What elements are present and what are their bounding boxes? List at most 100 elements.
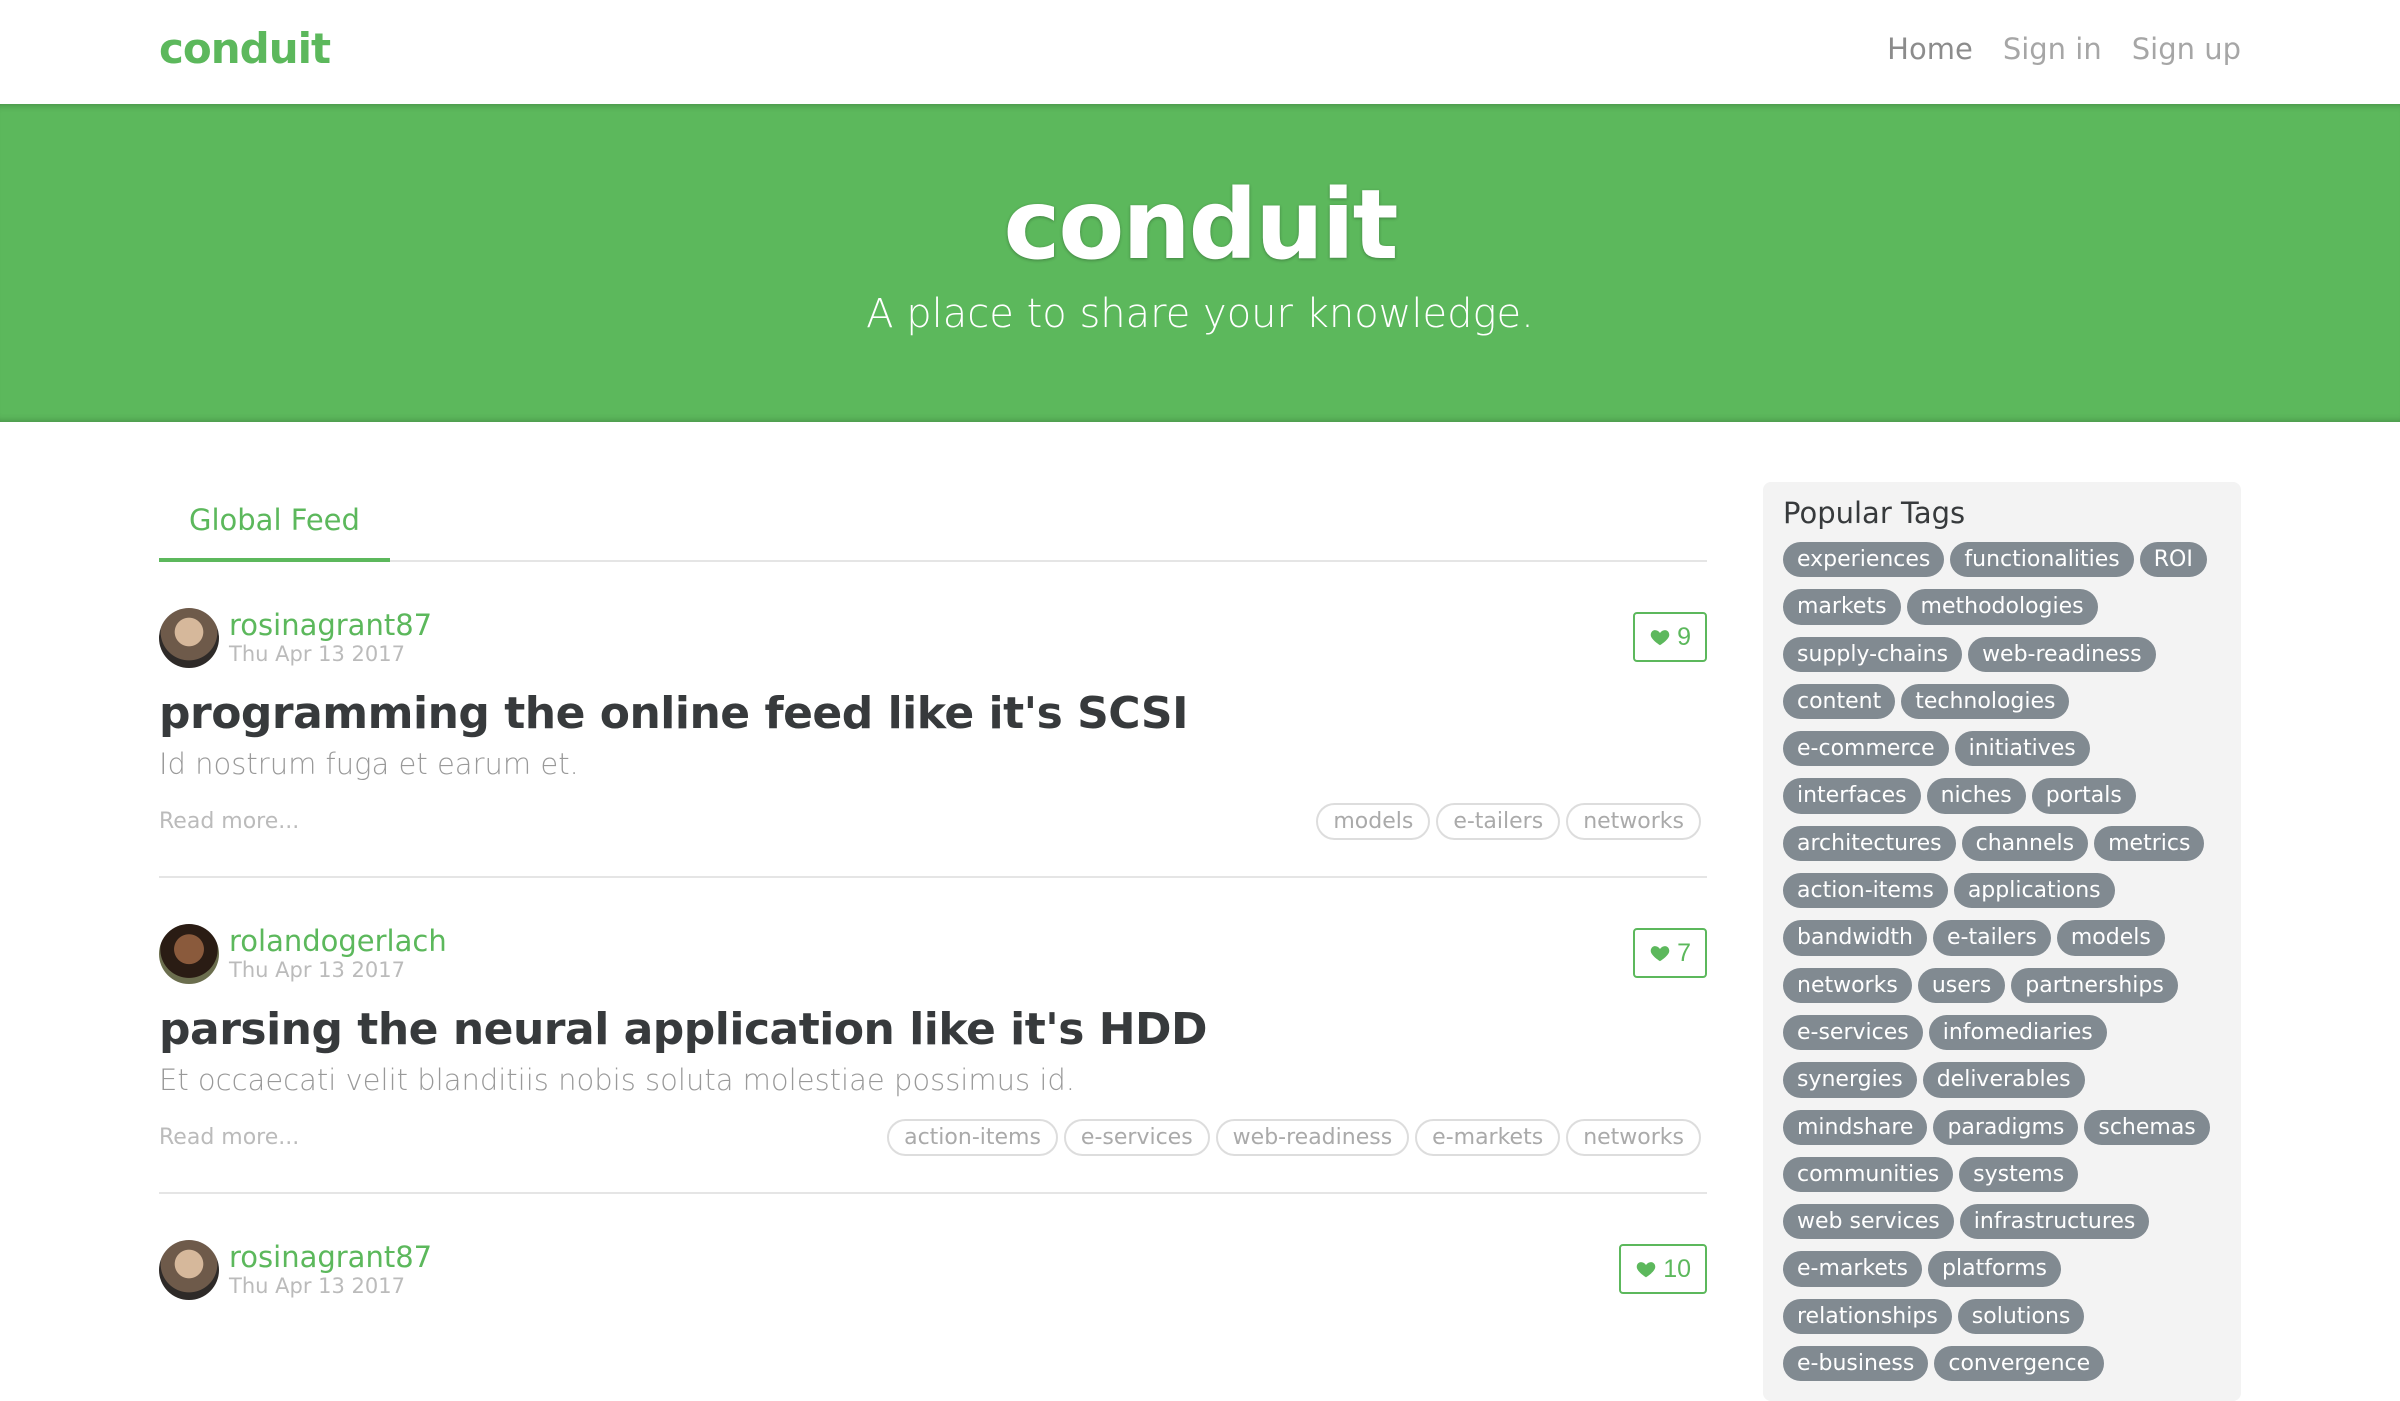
tag-pill[interactable]: markets [1783, 589, 1901, 625]
favorite-count: 7 [1677, 938, 1691, 967]
tag-pill[interactable]: action-items [1783, 873, 1948, 909]
tag-pill[interactable]: technologies [1901, 683, 2070, 720]
author-info: rosinagrant87 Thu Apr 13 2017 [229, 1241, 432, 1299]
tag-pill[interactable]: niches [1926, 778, 2026, 814]
tag-pill[interactable]: e-business [1783, 1346, 1929, 1382]
tag-pill[interactable]: models [2056, 920, 2165, 956]
read-more-link[interactable]: Read more... [159, 1125, 299, 1150]
tag-pill[interactable]: architectures [1783, 825, 1956, 862]
tag-pill[interactable]: web services [1783, 1204, 1954, 1240]
article-tag: networks [1566, 803, 1701, 840]
article-tag-list: models e-tailers networks [1316, 803, 1701, 840]
tag-pill[interactable]: paradigms [1933, 1109, 2079, 1145]
favorite-button[interactable]: 9 [1633, 612, 1707, 662]
banner-title: conduit [1003, 169, 1398, 281]
article-tag: e-services [1063, 1119, 1210, 1156]
article-meta: rosinagrant87 Thu Apr 13 2017 [159, 1238, 1707, 1302]
heart-icon [1650, 946, 1670, 962]
nav-sign-up[interactable]: Sign up [2132, 32, 2241, 66]
tag-pill[interactable]: networks [1783, 967, 1912, 1003]
tag-pill[interactable]: convergence [1934, 1346, 2105, 1382]
favorite-button[interactable]: 10 [1619, 1244, 1707, 1294]
tag-pill[interactable]: infrastructures [1959, 1204, 2150, 1240]
article-preview: rosinagrant87 Thu Apr 13 2017 9 programm… [159, 562, 1707, 878]
feed-tabs: Global Feed [159, 482, 1707, 562]
tag-pill[interactable]: initiatives [1954, 731, 2090, 767]
brand-logo[interactable]: conduit [159, 24, 331, 73]
article-preview: rosinagrant87 Thu Apr 13 2017 10 [159, 1194, 1707, 1338]
tag-pill[interactable]: e-commerce [1783, 731, 1949, 767]
tag-pill[interactable]: methodologies [1906, 589, 2098, 625]
article-tag: web-readiness [1215, 1119, 1410, 1156]
favorite-count: 10 [1663, 1254, 1691, 1283]
favorite-button[interactable]: 7 [1633, 928, 1707, 978]
nav-links: Home Sign in Sign up [1887, 32, 2241, 66]
tag-pill[interactable]: communities [1783, 1156, 1954, 1193]
tag-pill[interactable]: e-tailers [1933, 920, 2051, 956]
article-title[interactable]: programming the online feed like it's SC… [159, 688, 1707, 739]
avatar[interactable] [159, 924, 219, 984]
nav-home[interactable]: Home [1887, 32, 1973, 66]
tag-pill[interactable]: experiences [1783, 542, 1945, 578]
hero-banner: conduit A place to share your knowledge. [0, 104, 2400, 422]
article-meta: rolandogerlach Thu Apr 13 2017 [159, 922, 1707, 986]
read-more-link[interactable]: Read more... [159, 809, 299, 834]
tab-global-feed[interactable]: Global Feed [159, 482, 390, 562]
author-link[interactable]: rolandogerlach [229, 925, 447, 958]
author-link[interactable]: rosinagrant87 [229, 609, 432, 642]
article-description[interactable]: Id nostrum fuga et earum et. [159, 747, 1707, 781]
tag-pill[interactable]: web-readiness [1968, 636, 2156, 672]
article-tag: models [1316, 803, 1431, 840]
article-date: Thu Apr 13 2017 [229, 1274, 405, 1299]
article-meta: rosinagrant87 Thu Apr 13 2017 [159, 606, 1707, 670]
article-footer: Read more... action-items e-services web… [159, 1119, 1707, 1156]
popular-tags-panel: Popular Tags experiences functionalities R… [1763, 482, 2241, 1401]
avatar[interactable] [159, 608, 219, 668]
article-tag: e-markets [1415, 1119, 1561, 1156]
feed: Global Feed rosinagrant87 Thu Apr 13 201… [159, 482, 1707, 1401]
tag-pill[interactable]: synergies [1783, 1062, 1917, 1098]
tag-pill[interactable]: interfaces [1783, 778, 1921, 814]
nav-sign-in[interactable]: Sign in [2003, 32, 2102, 66]
tag-pill[interactable]: applications [1953, 873, 2115, 909]
article-date: Thu Apr 13 2017 [229, 958, 405, 983]
article-tag: networks [1566, 1119, 1701, 1156]
tag-pill[interactable]: solutions [1957, 1298, 2085, 1335]
article-description[interactable]: Et occaecati velit blanditiis nobis solu… [159, 1063, 1707, 1097]
article-tag: action-items [887, 1119, 1058, 1156]
tag-pill[interactable]: relationships [1783, 1298, 1952, 1335]
tag-pill[interactable]: functionalities [1950, 542, 2134, 578]
article-title[interactable]: parsing the neural application like it's… [159, 1004, 1707, 1055]
heart-icon [1636, 1262, 1656, 1278]
tag-pill[interactable]: schemas [2084, 1109, 2210, 1145]
tag-pill[interactable]: metrics [2094, 825, 2205, 862]
author-info: rolandogerlach Thu Apr 13 2017 [229, 925, 447, 983]
tag-pill[interactable]: deliverables [1922, 1062, 2085, 1098]
tag-pill[interactable]: ROI [2139, 542, 2207, 578]
article-tag-list: action-items e-services web-readiness e-… [887, 1119, 1701, 1156]
tag-pill[interactable]: bandwidth [1783, 920, 1927, 956]
tag-pill[interactable]: systems [1959, 1156, 2079, 1193]
article-date: Thu Apr 13 2017 [229, 642, 405, 667]
author-link[interactable]: rosinagrant87 [229, 1241, 432, 1274]
sidebar: Popular Tags experiences functionalities R… [1763, 482, 2241, 1401]
popular-tags-heading: Popular Tags [1783, 496, 1966, 530]
tag-pill[interactable]: channels [1961, 825, 2089, 862]
avatar[interactable] [159, 1240, 219, 1300]
tag-pill[interactable]: infomediaries [1928, 1014, 2107, 1051]
tag-pill[interactable]: e-markets [1783, 1251, 1923, 1287]
main-content: Global Feed rosinagrant87 Thu Apr 13 201… [159, 422, 2241, 1401]
heart-icon [1650, 630, 1670, 646]
tag-pill[interactable]: portals [2031, 778, 2136, 814]
tag-pill[interactable]: users [1917, 967, 2006, 1003]
banner-subtitle: A place to share your knowledge. [866, 291, 1534, 338]
tag-pill[interactable]: partnerships [2011, 967, 2178, 1003]
favorite-count: 9 [1677, 622, 1691, 651]
tag-pill[interactable]: platforms [1928, 1251, 2061, 1287]
tag-pill[interactable]: mindshare [1783, 1109, 1928, 1145]
tag-pill[interactable]: supply-chains [1783, 636, 1963, 672]
article-preview: rolandogerlach Thu Apr 13 2017 7 parsing… [159, 878, 1707, 1194]
navbar: conduit Home Sign in Sign up [0, 0, 2400, 104]
tag-pill[interactable]: content [1783, 683, 1896, 720]
tag-pill[interactable]: e-services [1783, 1014, 1923, 1051]
